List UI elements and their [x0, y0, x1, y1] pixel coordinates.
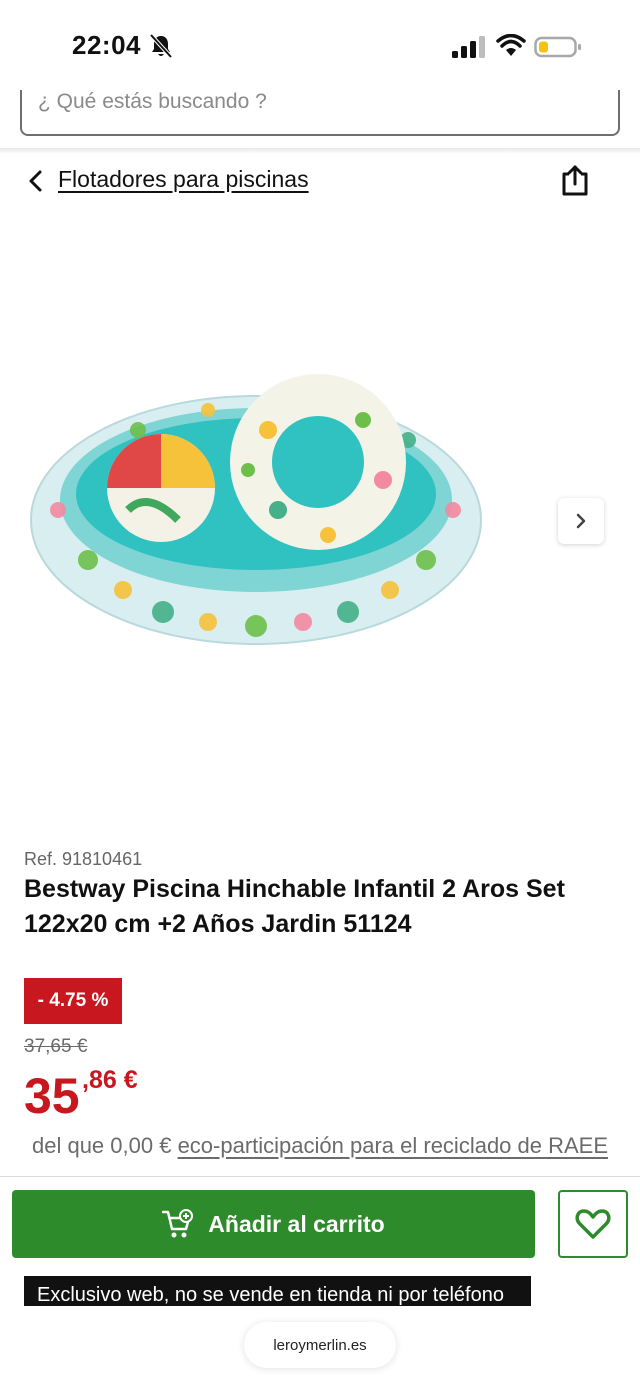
signal-icon	[452, 36, 485, 58]
search-input[interactable]: ¿ Qué estás buscando ?	[20, 90, 620, 136]
price-decimal: ,86 €	[82, 1066, 138, 1094]
eco-participation-link[interactable]: eco-participación para el reciclado de R…	[178, 1133, 608, 1158]
next-image-button[interactable]	[558, 498, 604, 544]
exclusive-web-banner: Exclusivo web, no se vende en tienda ni …	[24, 1276, 531, 1306]
header-divider	[0, 148, 640, 154]
add-to-cart-button[interactable]: Añadir al carrito	[12, 1190, 535, 1258]
bell-slash-icon	[150, 34, 172, 58]
old-price: 37,65 €	[24, 1036, 88, 1057]
share-icon[interactable]	[560, 164, 590, 196]
wifi-icon	[496, 34, 526, 56]
back-chevron-icon[interactable]	[24, 168, 48, 194]
status-bar: 22:04	[0, 0, 640, 90]
wishlist-button[interactable]	[558, 1190, 628, 1258]
status-time: 22:04	[72, 30, 141, 60]
add-to-cart-label: Añadir al carrito	[208, 1210, 385, 1237]
eco-participation-text: del que 0,00 € eco-participación para el…	[24, 1130, 616, 1162]
breadcrumb-link[interactable]: Flotadores para piscinas	[58, 166, 309, 193]
browser-url-pill[interactable]: leroymerlin.es	[244, 1322, 396, 1368]
product-ref: Ref. 91810461	[24, 849, 143, 869]
discount-badge: - 4.75 %	[24, 978, 122, 1024]
search-placeholder: ¿ Qué estás buscando ?	[38, 90, 267, 113]
exclusive-web-text: Exclusivo web, no se vende en tienda ni …	[37, 1284, 504, 1306]
battery-icon	[534, 36, 581, 58]
price-integer: 35	[24, 1068, 80, 1124]
eco-prefix: del que 0,00 €	[31, 1133, 178, 1158]
product-image[interactable]	[28, 370, 498, 670]
heart-icon	[575, 1209, 611, 1239]
cart-add-icon	[162, 1209, 194, 1238]
chevron-right-icon	[576, 513, 586, 529]
product-title: Bestway Piscina Hinchable Infantil 2 Aro…	[24, 875, 565, 938]
